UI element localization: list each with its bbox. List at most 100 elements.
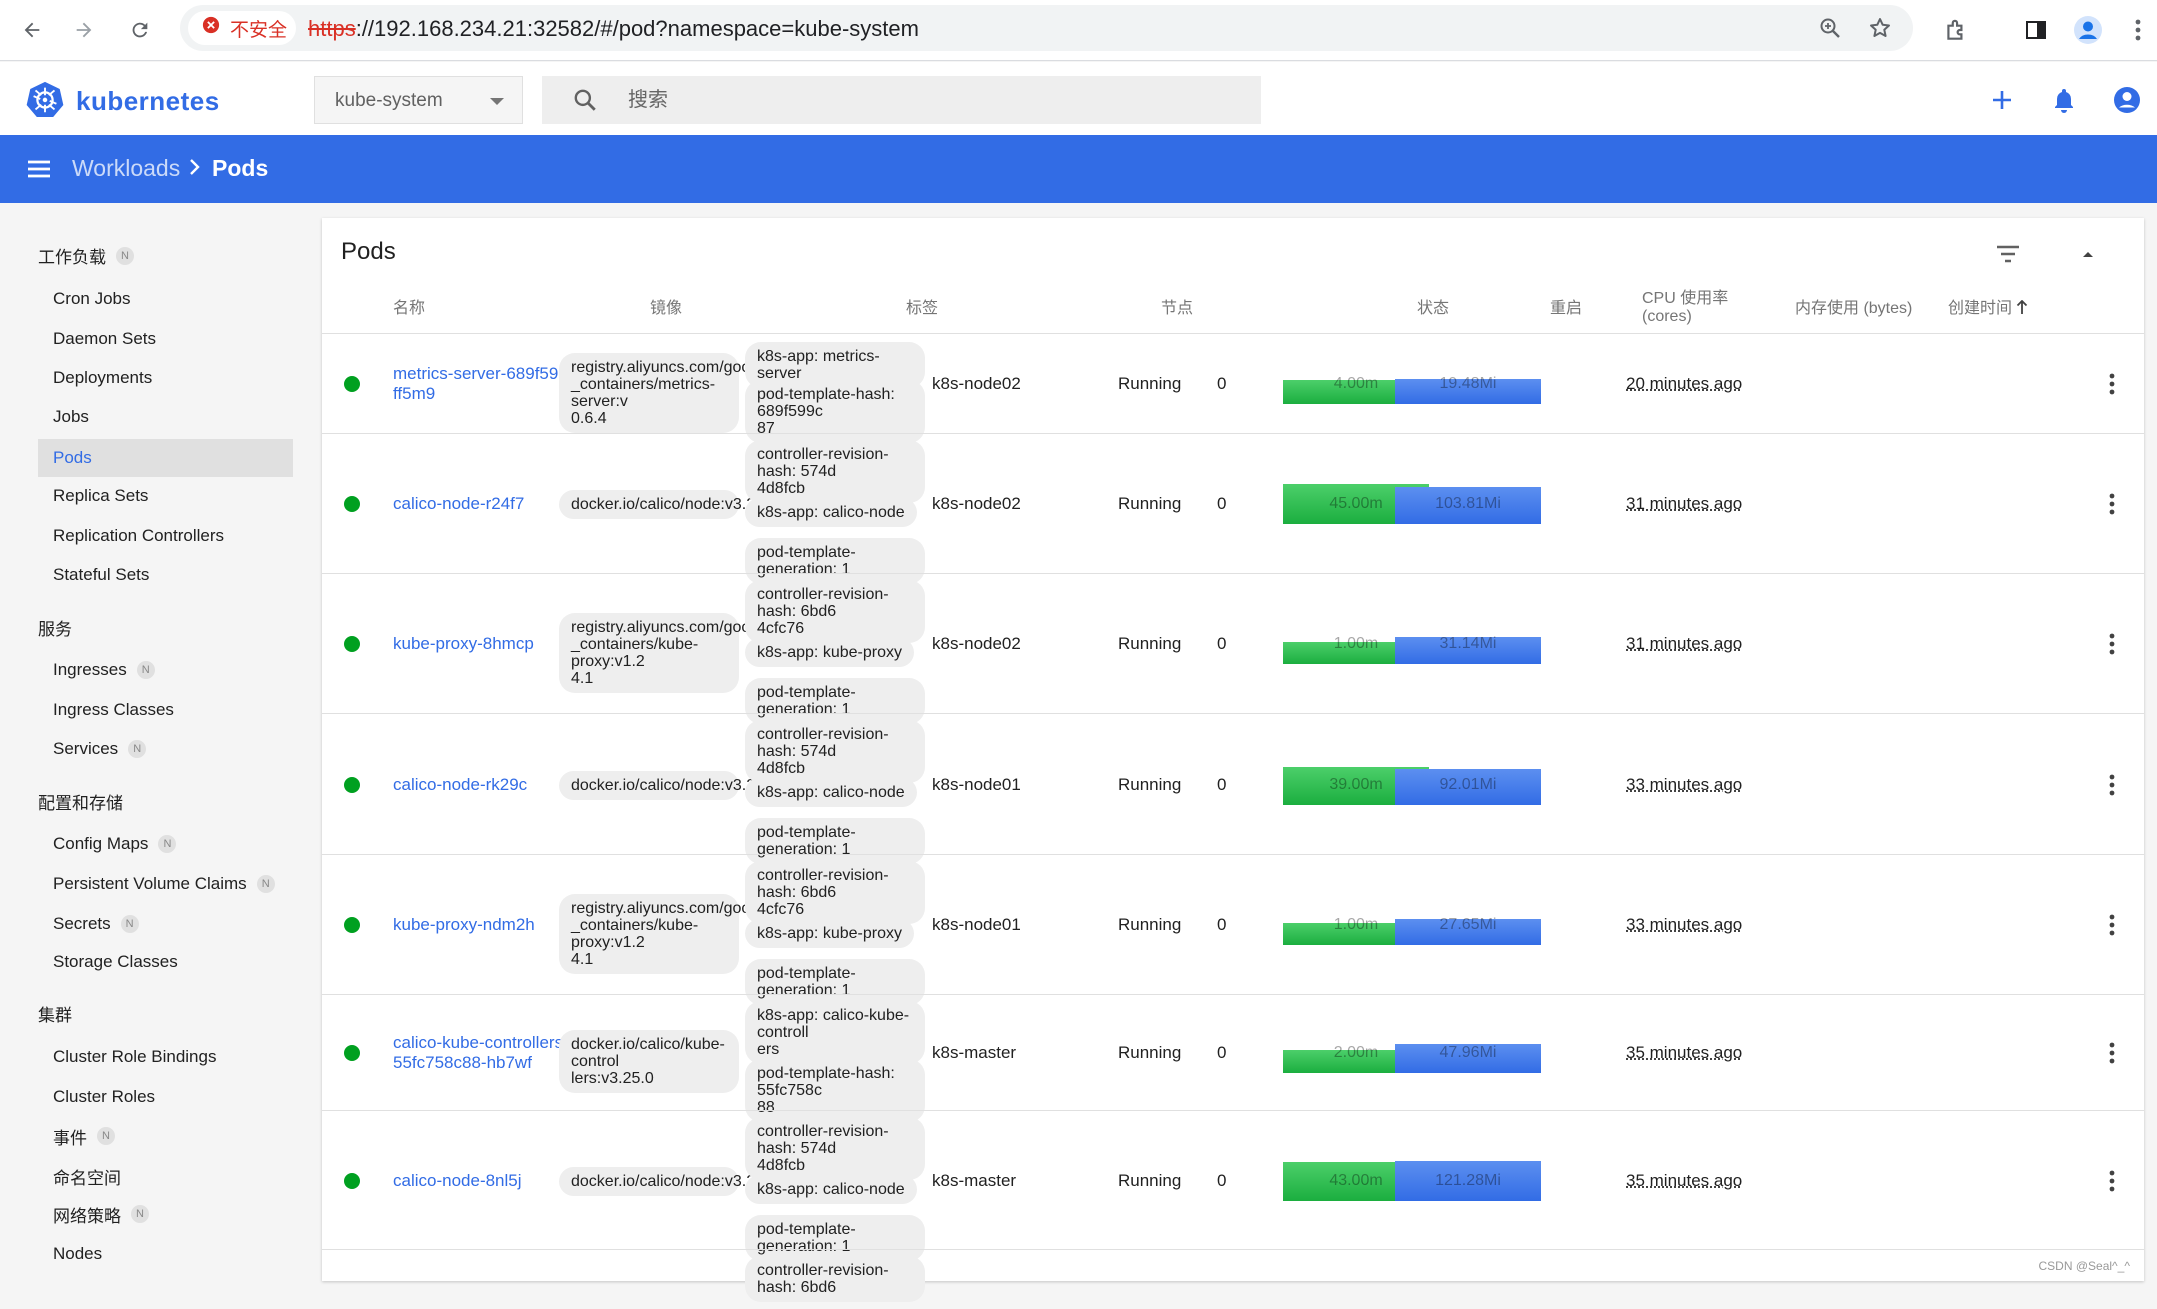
sidebar-item-storage-classes[interactable]: Storage Classes xyxy=(38,943,293,981)
memory-usage-value: 121.28Mi xyxy=(1435,1172,1501,1189)
search-icon xyxy=(572,87,598,118)
memory-usage-bar[interactable]: 92.01Mi xyxy=(1395,765,1541,805)
running-status-icon xyxy=(344,777,360,793)
memory-usage-value: 19.48Mi xyxy=(1439,375,1497,392)
sidebar-item-pods[interactable]: Pods xyxy=(38,439,293,477)
extensions-icon[interactable] xyxy=(1938,12,1974,48)
filter-icon[interactable] xyxy=(1992,238,2024,270)
header-name[interactable]: 名称 xyxy=(393,300,425,318)
memory-usage-bar[interactable]: 27.65Mi xyxy=(1395,905,1541,945)
menu-hamburger-icon[interactable] xyxy=(26,157,52,186)
sidebar-item-cron-jobs[interactable]: Cron Jobs xyxy=(38,280,293,318)
label-chip: controller-revision-hash: 6bd6 4cfc76 xyxy=(745,861,925,924)
sidebar-item-replication-controllers[interactable]: Replication Controllers xyxy=(38,517,293,555)
memory-usage-value: 103.81Mi xyxy=(1435,495,1501,512)
brand-name: kubernetes xyxy=(76,86,220,116)
app-toolbar: kubernetes kube-system xyxy=(0,62,2157,135)
running-status-icon xyxy=(344,376,360,392)
sidebar-item-cluster-role-bindings[interactable]: Cluster Role Bindings xyxy=(38,1038,293,1076)
table-row: kube-proxy-8hmcp registry.aliyuncs.com/go… xyxy=(322,573,2144,724)
namespace-value: kube-system xyxy=(335,90,443,111)
table-row: kube-proxy-ndm2h registry.aliyuncs.com/go… xyxy=(322,854,2144,1005)
sidebar-section-cluster[interactable]: 集群 xyxy=(38,1001,72,1026)
sidebar-item-network-policies[interactable]: 网络策略 N xyxy=(38,1195,293,1233)
label-chip: controller-revision-hash: 574d 4d8fcb xyxy=(745,1117,925,1180)
notifications-bell-icon[interactable] xyxy=(2048,84,2080,116)
created-age: 33 minutes ago xyxy=(1626,775,1743,794)
side-panel-icon[interactable] xyxy=(2018,12,2054,48)
created-age: 33 minutes ago xyxy=(1626,915,1743,934)
reload-icon[interactable] xyxy=(120,10,160,50)
header-cpu: CPU 使用率 (cores) xyxy=(1642,290,1729,325)
new-badge: N xyxy=(158,835,177,853)
row-actions-icon[interactable] xyxy=(2100,369,2124,399)
node-cell: k8s-master xyxy=(932,1043,1017,1062)
insecure-label: 不安全 xyxy=(230,19,288,41)
row-actions-icon[interactable] xyxy=(2100,1038,2124,1068)
caret-down-icon xyxy=(490,98,504,105)
brand[interactable]: kubernetes xyxy=(26,80,220,123)
watermark: CSDN @Seal^_^ xyxy=(2038,1259,2130,1273)
sidebar-item-deployments[interactable]: Deployments xyxy=(38,359,293,397)
profile-avatar-icon[interactable] xyxy=(2070,12,2106,48)
account-circle-icon[interactable] xyxy=(2111,84,2143,116)
sidebar-item-jobs[interactable]: Jobs xyxy=(38,398,293,436)
bookmark-star-icon[interactable] xyxy=(1866,14,1894,42)
row-actions-icon[interactable] xyxy=(2100,770,2124,800)
memory-usage-value: 92.01Mi xyxy=(1439,776,1497,793)
sidebar-section-workloads[interactable]: 工作负载 N xyxy=(38,243,134,268)
collapse-chevron-icon[interactable] xyxy=(2072,238,2104,270)
sidebar-item-services[interactable]: Services N xyxy=(38,730,293,768)
sort-arrow-up-icon xyxy=(2016,299,2028,317)
back-arrow-icon[interactable] xyxy=(12,10,52,50)
row-actions-icon[interactable] xyxy=(2100,1166,2124,1196)
memory-usage-bar[interactable]: 121.28Mi xyxy=(1395,1161,1541,1201)
row-actions-icon[interactable] xyxy=(2100,489,2124,519)
sidebar-item-ingresses[interactable]: Ingresses N xyxy=(38,651,293,689)
address-bar[interactable]: 不安全 https://192.168.234.21:32582/#/pod?n… xyxy=(180,5,1913,51)
sidebar-item-stateful-sets[interactable]: Stateful Sets xyxy=(38,556,293,594)
sidebar-item-ingress-classes[interactable]: Ingress Classes xyxy=(38,691,293,729)
sidebar-item-namespaces[interactable]: 命名空间 xyxy=(38,1157,293,1195)
zoom-icon[interactable] xyxy=(1816,14,1844,42)
image-chip: registry.aliyuncs.com/google _containers/… xyxy=(559,612,772,693)
label-chip: controller-revision-hash: 6bd6 4cfc76 xyxy=(745,580,925,643)
status-cell: Running xyxy=(1118,915,1182,934)
row-actions-icon[interactable] xyxy=(2100,629,2124,659)
running-status-icon xyxy=(344,1173,360,1189)
create-plus-icon[interactable] xyxy=(1986,84,2018,116)
url-text[interactable]: https://192.168.234.21:32582/#/pod?names… xyxy=(308,16,919,42)
namespace-select[interactable]: kube-system xyxy=(314,76,523,124)
warning-icon xyxy=(202,16,220,40)
search-bar[interactable] xyxy=(542,76,1261,124)
breadcrumb-workloads[interactable]: Workloads xyxy=(72,155,180,182)
memory-usage-bar[interactable]: 47.96Mi xyxy=(1395,1033,1541,1073)
page-header: Workloads Pods xyxy=(0,135,2157,203)
sidebar-item-events[interactable]: 事件 N xyxy=(38,1117,293,1155)
sidebar-section-config-storage[interactable]: 配置和存储 xyxy=(38,789,123,814)
sidebar-item-replica-sets[interactable]: Replica Sets xyxy=(38,477,293,515)
created-age: 20 minutes ago xyxy=(1626,374,1743,393)
more-vert-icon[interactable] xyxy=(2120,12,2156,48)
sidebar-item-daemon-sets[interactable]: Daemon Sets xyxy=(38,320,293,358)
header-memory: 内存使用 (bytes) xyxy=(1795,300,1913,317)
memory-usage-bar[interactable]: 103.81Mi xyxy=(1395,484,1541,524)
image-chip: registry.aliyuncs.com/google _containers/… xyxy=(559,893,772,974)
memory-usage-bar[interactable]: 19.48Mi xyxy=(1395,364,1541,404)
row-actions-icon[interactable] xyxy=(2100,910,2124,940)
created-age: 31 minutes ago xyxy=(1626,634,1743,653)
sidebar-item-config-maps[interactable]: Config Maps N xyxy=(38,825,293,863)
memory-usage-bar[interactable]: 31.14Mi xyxy=(1395,624,1541,664)
search-input[interactable] xyxy=(628,76,1228,124)
created-age: 35 minutes ago xyxy=(1626,1043,1743,1062)
sidebar-item-pvc[interactable]: Persistent Volume Claims N xyxy=(38,865,293,903)
header-created[interactable]: 创建时间 xyxy=(1948,299,2028,318)
forward-arrow-icon[interactable] xyxy=(64,10,104,50)
sidebar-section-services[interactable]: 服务 xyxy=(38,615,72,640)
insecure-chip[interactable]: 不安全 xyxy=(188,11,296,45)
sidebar-item-nodes[interactable]: Nodes xyxy=(38,1235,293,1273)
header-status: 状态 xyxy=(1417,300,1450,317)
sidebar-item-secrets[interactable]: Secrets N xyxy=(38,905,293,943)
sidebar-item-cluster-roles[interactable]: Cluster Roles xyxy=(38,1078,293,1116)
status-cell: Running xyxy=(1118,494,1182,513)
